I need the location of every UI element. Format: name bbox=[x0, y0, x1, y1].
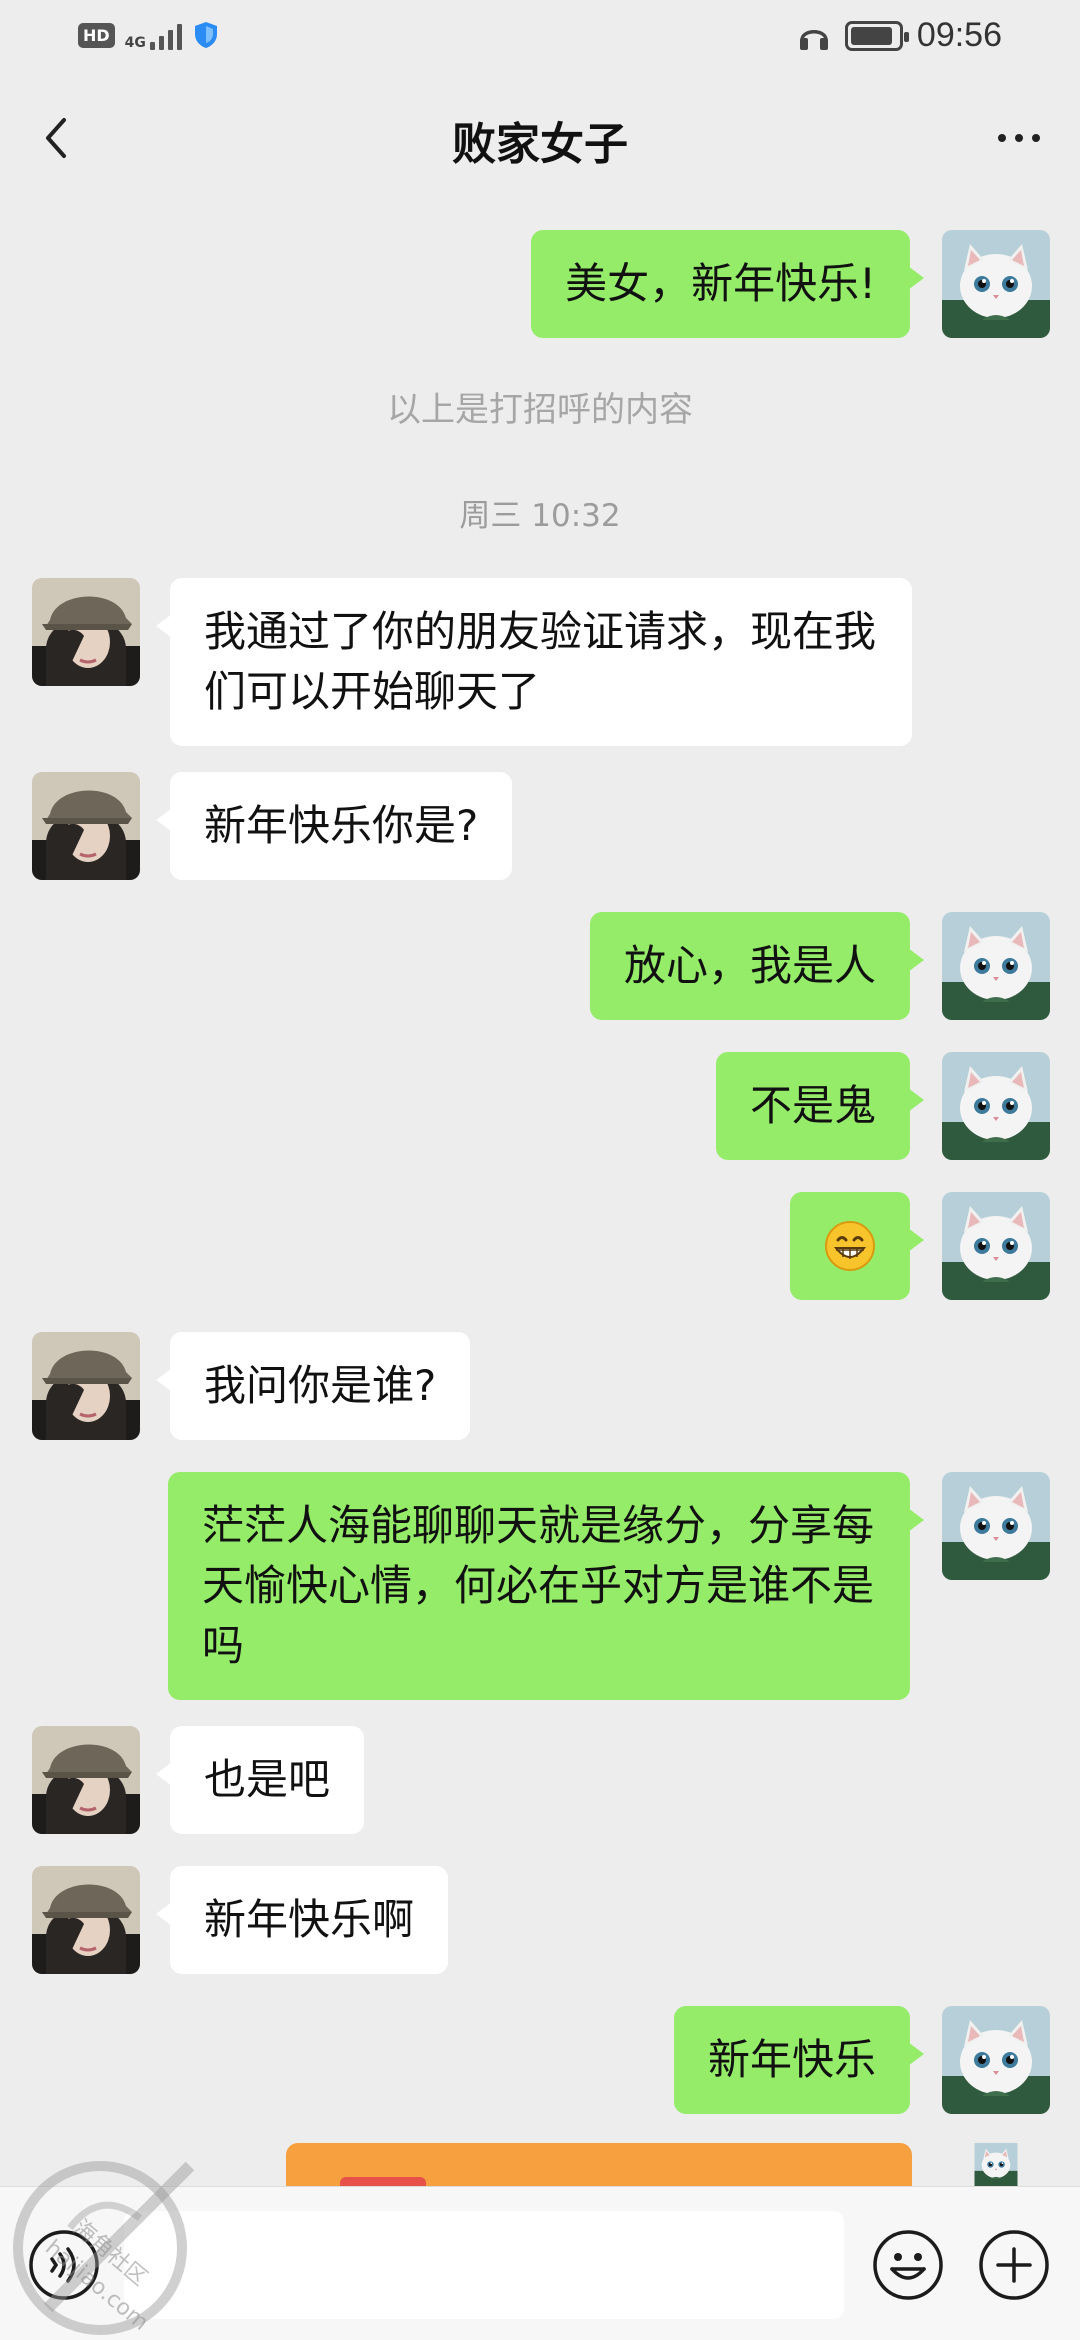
dot bbox=[1015, 134, 1023, 142]
dot bbox=[1032, 134, 1040, 142]
avatar[interactable] bbox=[942, 1052, 1050, 1160]
avatar[interactable] bbox=[32, 1726, 140, 1834]
signal-bar bbox=[158, 36, 164, 50]
battery-fill bbox=[850, 26, 892, 45]
avatar[interactable] bbox=[32, 772, 140, 880]
avatar[interactable] bbox=[942, 230, 1050, 338]
grin-emoji bbox=[825, 1221, 875, 1271]
avatar[interactable] bbox=[942, 912, 1050, 1020]
message-bubble-self[interactable]: 放心，我是人 bbox=[589, 912, 925, 1020]
status-right: 09:56 bbox=[797, 16, 1002, 55]
avatar[interactable] bbox=[32, 578, 140, 686]
message-bubble-peer[interactable]: 新年快乐你是? bbox=[155, 772, 513, 880]
chat-title: 败家女子 bbox=[452, 119, 628, 170]
dot bbox=[998, 134, 1006, 142]
signal-bar bbox=[176, 24, 182, 50]
message-bubble-self[interactable]: 新年快乐 bbox=[673, 2006, 925, 2114]
hd-badge: HD bbox=[78, 22, 115, 48]
avatar[interactable] bbox=[32, 1332, 140, 1440]
cellular-signal-icon: 4G bbox=[125, 20, 182, 50]
system-notice: 以上是打招呼的内容 bbox=[387, 390, 693, 430]
voice-icon[interactable] bbox=[26, 2227, 102, 2303]
message-bubble-self[interactable]: 茫茫人海能聊聊天就是缘分，分享每天愉快心情，何必在乎对方是谁不是吗 bbox=[168, 1472, 924, 1700]
input-bar bbox=[0, 2186, 1080, 2340]
message-bubble-peer[interactable]: 我问你是谁? bbox=[155, 1332, 471, 1440]
avatar[interactable] bbox=[942, 2006, 1050, 2114]
message-bubble-peer[interactable]: 我通过了你的朋友验证请求，现在我们可以开始聊天了 bbox=[156, 578, 912, 746]
plus-icon[interactable] bbox=[976, 2227, 1052, 2303]
emoji-icon[interactable] bbox=[870, 2227, 946, 2303]
avatar[interactable] bbox=[942, 1192, 1050, 1300]
message-input[interactable] bbox=[124, 2211, 844, 2319]
shield-icon bbox=[194, 22, 217, 48]
network-type: 4G bbox=[124, 35, 146, 51]
timestamp: 周三 10:32 bbox=[459, 498, 621, 534]
signal-bar bbox=[149, 42, 155, 50]
avatar[interactable] bbox=[942, 2143, 1050, 2186]
message-bubble-self-emoji[interactable] bbox=[790, 1192, 924, 1300]
avatar[interactable] bbox=[32, 1866, 140, 1974]
status-bar: HD 4G 09:56 bbox=[0, 0, 1080, 72]
message-bubble-peer[interactable]: 也是吧 bbox=[155, 1726, 365, 1834]
message-bubble-self[interactable]: 美女，新年快乐! bbox=[531, 230, 924, 338]
clock: 09:56 bbox=[916, 16, 1002, 54]
message-bubble-peer[interactable]: 新年快乐啊 bbox=[155, 1866, 449, 1974]
headphones-icon bbox=[799, 29, 828, 50]
more-dots-icon[interactable] bbox=[984, 110, 1054, 166]
battery-icon bbox=[844, 20, 909, 51]
nav-bar: 败家女子 bbox=[0, 72, 1080, 204]
status-left: HD 4G bbox=[78, 20, 220, 50]
message-bubble-self[interactable]: 不是鬼 bbox=[715, 1052, 925, 1160]
avatar[interactable] bbox=[942, 1472, 1050, 1580]
signal-bar bbox=[167, 30, 173, 50]
